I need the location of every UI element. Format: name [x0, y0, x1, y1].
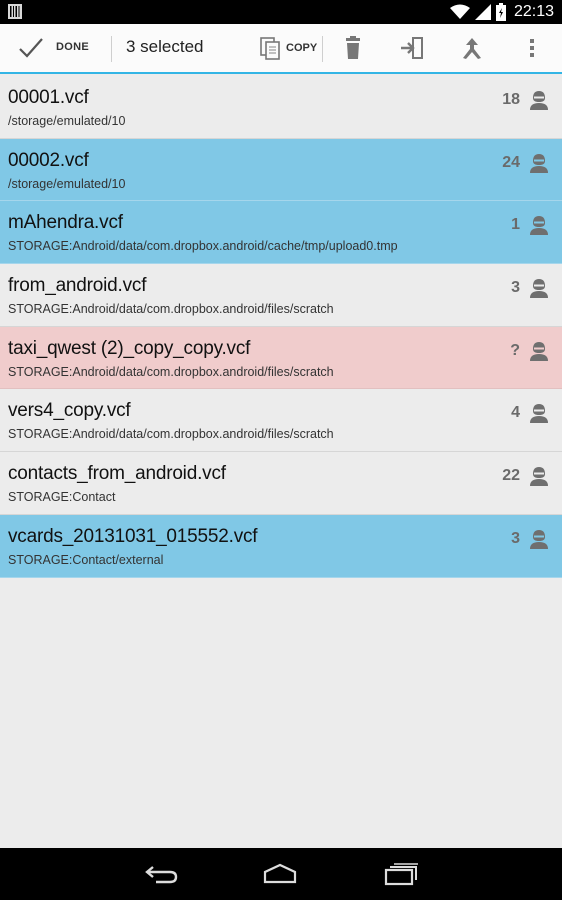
file-name: vers4_copy.vcf: [8, 400, 131, 422]
barcode-icon: [8, 4, 22, 19]
file-path: STORAGE:Contact: [8, 490, 116, 505]
file-path: STORAGE:Android/data/com.dropbox.android…: [8, 302, 334, 317]
contact-count: 22: [502, 467, 520, 485]
contact-count: 3: [511, 529, 520, 547]
file-path: STORAGE:Android/data/com.dropbox.android…: [8, 427, 334, 442]
contact-count: 4: [511, 404, 520, 422]
list-item[interactable]: contacts_from_android.vcf STORAGE:Contact…: [0, 452, 562, 515]
list-item[interactable]: from_android.vcf STORAGE:Android/data/com…: [0, 264, 562, 327]
file-name: vcards_20131031_015552.vcf: [8, 525, 258, 547]
list-item[interactable]: mAhendra.vcf STORAGE:Android/data/com.dro…: [0, 201, 562, 265]
file-path: /storage/emulated/10: [8, 176, 126, 191]
vcf-file-list: 00001.vcf/storage/emulated/10 18 00002.vcf…: [0, 76, 562, 578]
signal-icon: [474, 4, 491, 20]
contact-count: ?: [510, 341, 520, 359]
delete-icon[interactable]: [341, 36, 365, 60]
list-item[interactable]: 00001.vcf/storage/emulated/10 18: [0, 76, 562, 139]
copy-icon: [260, 37, 280, 60]
list-item[interactable]: 00002.vcf/storage/emulated/10 24: [0, 138, 562, 202]
file-path: STORAGE:Android/data/com.dropbox.android…: [8, 364, 334, 379]
recents-icon[interactable]: [384, 862, 418, 886]
person-icon: [530, 279, 548, 299]
person-icon: [530, 467, 548, 487]
overflow-menu-icon[interactable]: [520, 36, 544, 60]
navigation-bar: [0, 848, 562, 900]
file-path: /storage/emulated/10: [8, 114, 126, 128]
merge-icon[interactable]: [460, 36, 484, 60]
contact-count: 1: [511, 216, 520, 234]
list-item[interactable]: vers4_copy.vcf STORAGE:Android/data/com.d…: [0, 389, 562, 453]
file-path: STORAGE:Contact/external: [8, 552, 164, 567]
contact-count: 18: [502, 91, 520, 108]
person-icon: [530, 529, 548, 549]
clock: 22:13: [513, 3, 554, 20]
person-icon: [530, 404, 548, 424]
back-icon[interactable]: [144, 862, 178, 886]
person-icon: [530, 216, 548, 236]
done-button[interactable]: DONE: [0, 24, 110, 72]
contact-count: 3: [511, 279, 520, 297]
contextual-action-bar: DONE 3 selected COPY: [0, 24, 562, 74]
wifi-icon: [449, 4, 470, 19]
status-bar: 22:13: [0, 0, 562, 24]
list-item[interactable]: vcards_20131031_015552.vcf STORAGE:Contac…: [0, 514, 562, 578]
divider: [111, 36, 112, 62]
file-path: STORAGE:Android/data/com.dropbox.android…: [8, 239, 398, 254]
file-name: 00001.vcf: [8, 87, 89, 108]
home-icon[interactable]: [263, 862, 297, 886]
contact-count: 24: [502, 153, 520, 171]
file-name: contacts_from_android.vcf: [8, 463, 226, 485]
battery-icon: [495, 3, 506, 21]
copy-button[interactable]: COPY: [258, 24, 320, 72]
check-icon: [19, 38, 43, 58]
file-name: 00002.vcf: [8, 149, 89, 171]
divider: [322, 36, 323, 62]
selection-count-title: 3 selected: [126, 37, 204, 56]
done-label: DONE: [56, 41, 89, 53]
import-icon[interactable]: [400, 36, 424, 60]
person-icon: [530, 91, 548, 110]
copy-label: COPY: [286, 42, 318, 54]
person-icon: [530, 341, 548, 361]
file-name: from_android.vcf: [8, 275, 147, 297]
person-icon: [530, 153, 548, 173]
list-item[interactable]: taxi_qwest (2)_copy_copy.vcf STORAGE:Andr…: [0, 326, 562, 390]
file-name: taxi_qwest (2)_copy_copy.vcf: [8, 337, 251, 359]
file-name: mAhendra.vcf: [8, 212, 123, 234]
